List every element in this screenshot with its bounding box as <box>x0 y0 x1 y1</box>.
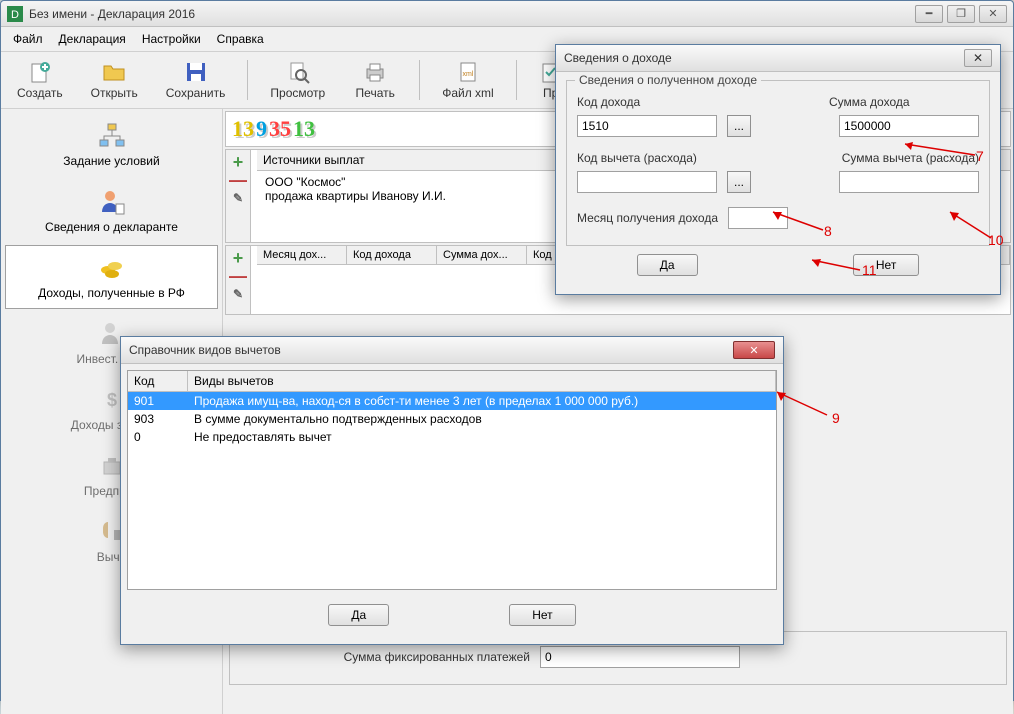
menu-file[interactable]: Файл <box>5 29 51 49</box>
income-code-lookup[interactable]: ... <box>727 115 751 137</box>
edit-source-button[interactable]: ✎ <box>230 191 246 205</box>
sidebar-conditions[interactable]: Задание условий <box>5 113 218 177</box>
deduct-sum-input[interactable] <box>839 171 979 193</box>
window-title: Без имени - Декларация 2016 <box>29 7 911 21</box>
add-income-button[interactable]: + <box>230 251 246 265</box>
income-dialog-close[interactable]: ✕ <box>964 49 992 67</box>
sources-header: Источники выплат <box>263 153 365 167</box>
toolbar-create[interactable]: Создать <box>9 56 71 104</box>
income-cancel-button[interactable]: Нет <box>853 254 919 276</box>
maximize-button[interactable]: ❐ <box>947 5 975 23</box>
menu-settings[interactable]: Настройки <box>134 29 209 49</box>
xml-icon: xml <box>456 60 480 84</box>
deduct-code-label: Код вычета (расхода) <box>577 151 697 165</box>
reference-dialog: Справочник видов вычетов ✕ Код Виды выче… <box>120 336 784 645</box>
toolbar-view[interactable]: Просмотр <box>262 56 333 104</box>
remove-income-button[interactable]: — <box>230 269 246 283</box>
toolbar-open[interactable]: Открыть <box>83 56 146 104</box>
income-info-group: Сведения о полученном доходе Код дохода … <box>566 80 990 246</box>
toolbar-xml[interactable]: xml Файл xml <box>434 56 502 104</box>
month-label: Месяц получения дохода <box>577 211 718 225</box>
sidebar-income-rf[interactable]: Доходы, полученные в РФ <box>5 245 218 309</box>
toolbar-print[interactable]: Печать <box>345 56 405 104</box>
print-icon <box>363 60 387 84</box>
reference-row[interactable]: 0 Не предоставлять вычет <box>128 428 776 446</box>
deduct-code-lookup[interactable]: ... <box>727 171 751 193</box>
income-ok-button[interactable]: Да <box>637 254 698 276</box>
advance-label: Сумма фиксированных платежей <box>240 650 530 664</box>
income-dialog: Сведения о доходе ✕ Сведения о полученно… <box>555 44 1001 295</box>
deduct-sum-label: Сумма вычета (расхода) <box>842 151 979 165</box>
conditions-icon <box>98 122 126 150</box>
minimize-button[interactable]: ━ <box>915 5 943 23</box>
add-source-button[interactable]: + <box>230 155 246 169</box>
svg-text:xml: xml <box>463 71 474 78</box>
svg-text:D: D <box>11 9 19 21</box>
open-icon <box>102 60 126 84</box>
income-dialog-title: Сведения о доходе ✕ <box>556 45 1000 72</box>
menu-declaration[interactable]: Декларация <box>51 29 134 49</box>
app-icon: D <box>7 6 23 22</box>
view-icon <box>286 60 310 84</box>
income-code-label: Код дохода <box>577 95 640 109</box>
save-icon <box>184 60 208 84</box>
declarant-icon <box>98 188 126 216</box>
reference-row[interactable]: 901 Продажа имущ-ва, наход-ся в собст-ти… <box>128 392 776 410</box>
reference-cancel-button[interactable]: Нет <box>509 604 575 626</box>
income-rf-icon <box>98 254 126 282</box>
menu-help[interactable]: Справка <box>209 29 272 49</box>
income-sum-label: Сумма дохода <box>829 95 979 109</box>
titlebar: D Без имени - Декларация 2016 ━ ❐ ✕ <box>1 1 1013 27</box>
svg-text:$: $ <box>106 390 116 410</box>
new-icon <box>28 60 52 84</box>
reference-ok-button[interactable]: Да <box>328 604 389 626</box>
reference-dialog-title: Справочник видов вычетов ✕ <box>121 337 783 364</box>
income-code-input[interactable] <box>577 115 717 137</box>
reference-list-header: Код Виды вычетов <box>128 371 776 392</box>
toolbar-save[interactable]: Сохранить <box>158 56 234 104</box>
deduct-code-input[interactable] <box>577 171 717 193</box>
income-sum-input[interactable] <box>839 115 979 137</box>
reference-list[interactable]: Код Виды вычетов 901 Продажа имущ-ва, на… <box>127 370 777 590</box>
sidebar-declarant[interactable]: Сведения о декларанте <box>5 179 218 243</box>
month-input[interactable] <box>728 207 788 229</box>
advance-value-input[interactable] <box>540 646 740 668</box>
close-button[interactable]: ✕ <box>979 5 1007 23</box>
remove-source-button[interactable]: — <box>230 173 246 187</box>
reference-row[interactable]: 903 В сумме документально подтвержденных… <box>128 410 776 428</box>
edit-income-button[interactable]: ✎ <box>230 287 246 301</box>
reference-dialog-close[interactable]: ✕ <box>733 341 775 359</box>
